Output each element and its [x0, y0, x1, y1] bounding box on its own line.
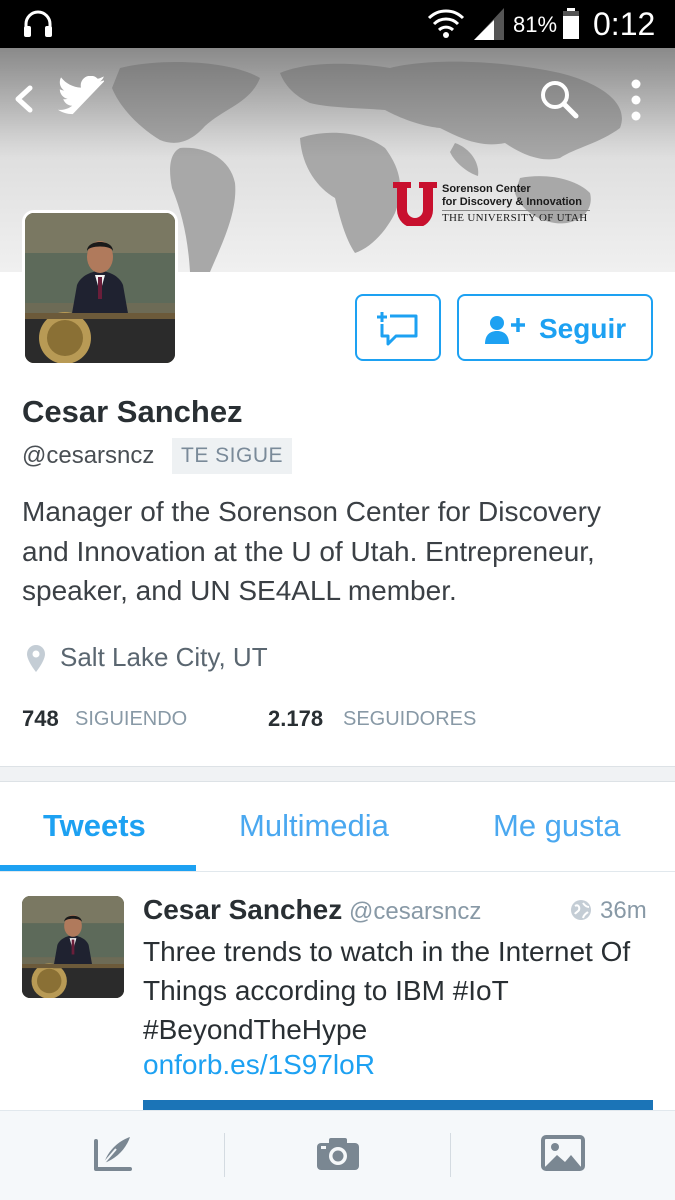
follow-button-label: Seguir — [539, 313, 627, 344]
following-count[interactable]: 748 — [22, 706, 59, 732]
logo-line2: for Discovery & Innovation — [442, 196, 582, 208]
profile-location: Salt Lake City, UT — [60, 642, 268, 672]
profile-handle: @cesarsncz — [22, 442, 155, 469]
university-u-logo-icon — [393, 182, 437, 226]
direct-message-button[interactable] — [355, 294, 441, 361]
logo-line3: THE UNIVERSITY OF UTAH — [442, 212, 588, 224]
tweet-avatar[interactable] — [22, 896, 124, 998]
add-user-icon — [485, 316, 525, 344]
tweet-author-handle[interactable]: @cesarsncz — [349, 898, 481, 926]
tab-multimedia[interactable]: Multimedia — [239, 808, 389, 844]
profile-tabs: Tweets Multimedia Me gusta — [0, 782, 675, 872]
followers-count[interactable]: 2.178 — [268, 706, 323, 732]
signal-icon — [474, 8, 504, 40]
tweet-timestamp: 36m — [600, 897, 647, 924]
headset-icon — [24, 10, 52, 37]
active-tab-indicator — [0, 865, 196, 871]
battery-icon — [563, 8, 579, 39]
tab-tweets[interactable]: Tweets — [43, 808, 146, 844]
bottom-action-bar — [0, 1110, 675, 1200]
tweet-text: Three trends to watch in the Internet Of… — [143, 936, 631, 1045]
gallery-icon[interactable] — [541, 1135, 585, 1171]
clock: 0:12 — [593, 6, 656, 42]
twitter-bird-icon[interactable] — [56, 76, 104, 116]
profile-bio: Manager of the Sorenson Center for Disco… — [22, 496, 601, 606]
back-arrow-icon[interactable] — [10, 82, 36, 116]
tweet-item[interactable]: Cesar Sanchez @cesarsncz 36m Three trend… — [0, 872, 675, 1112]
avatar-photo — [25, 213, 175, 363]
section-divider — [0, 766, 675, 782]
bottom-bar-separator — [450, 1133, 451, 1177]
logo-divider — [442, 210, 590, 211]
tweet-link[interactable]: onforb.es/1S97loR — [143, 1049, 375, 1081]
wifi-icon — [427, 9, 465, 38]
follows-you-badge: TE SIGUE — [172, 438, 293, 474]
follow-button[interactable]: Seguir — [457, 294, 653, 361]
tweet-author-name[interactable]: Cesar Sanchez — [143, 894, 342, 926]
battery-percent: 81% — [513, 12, 558, 37]
bottom-bar-separator — [224, 1133, 225, 1177]
followers-label[interactable]: SEGUIDORES — [343, 708, 476, 731]
location-pin-icon — [27, 645, 45, 672]
tweet-avatar-photo — [22, 896, 124, 998]
camera-icon[interactable] — [316, 1135, 360, 1171]
globe-icon — [571, 900, 591, 920]
logo-line1: Sorenson Center — [442, 183, 531, 195]
profile-avatar[interactable] — [22, 210, 178, 366]
more-vert-icon[interactable] — [630, 78, 642, 122]
direct-message-icon — [377, 312, 418, 346]
status-bar: 81% 0:12 — [0, 0, 675, 48]
logo-text: Sorenson Center for Discovery & Innovati… — [442, 183, 582, 209]
search-icon[interactable] — [538, 78, 580, 120]
sorenson-center-logo: Sorenson Center for Discovery & Innovati… — [393, 182, 593, 228]
tab-likes[interactable]: Me gusta — [493, 808, 621, 844]
profile-name: Cesar Sanchez — [22, 394, 243, 429]
compose-tweet-icon[interactable] — [92, 1133, 134, 1173]
following-label[interactable]: SIGUIENDO — [75, 708, 187, 731]
